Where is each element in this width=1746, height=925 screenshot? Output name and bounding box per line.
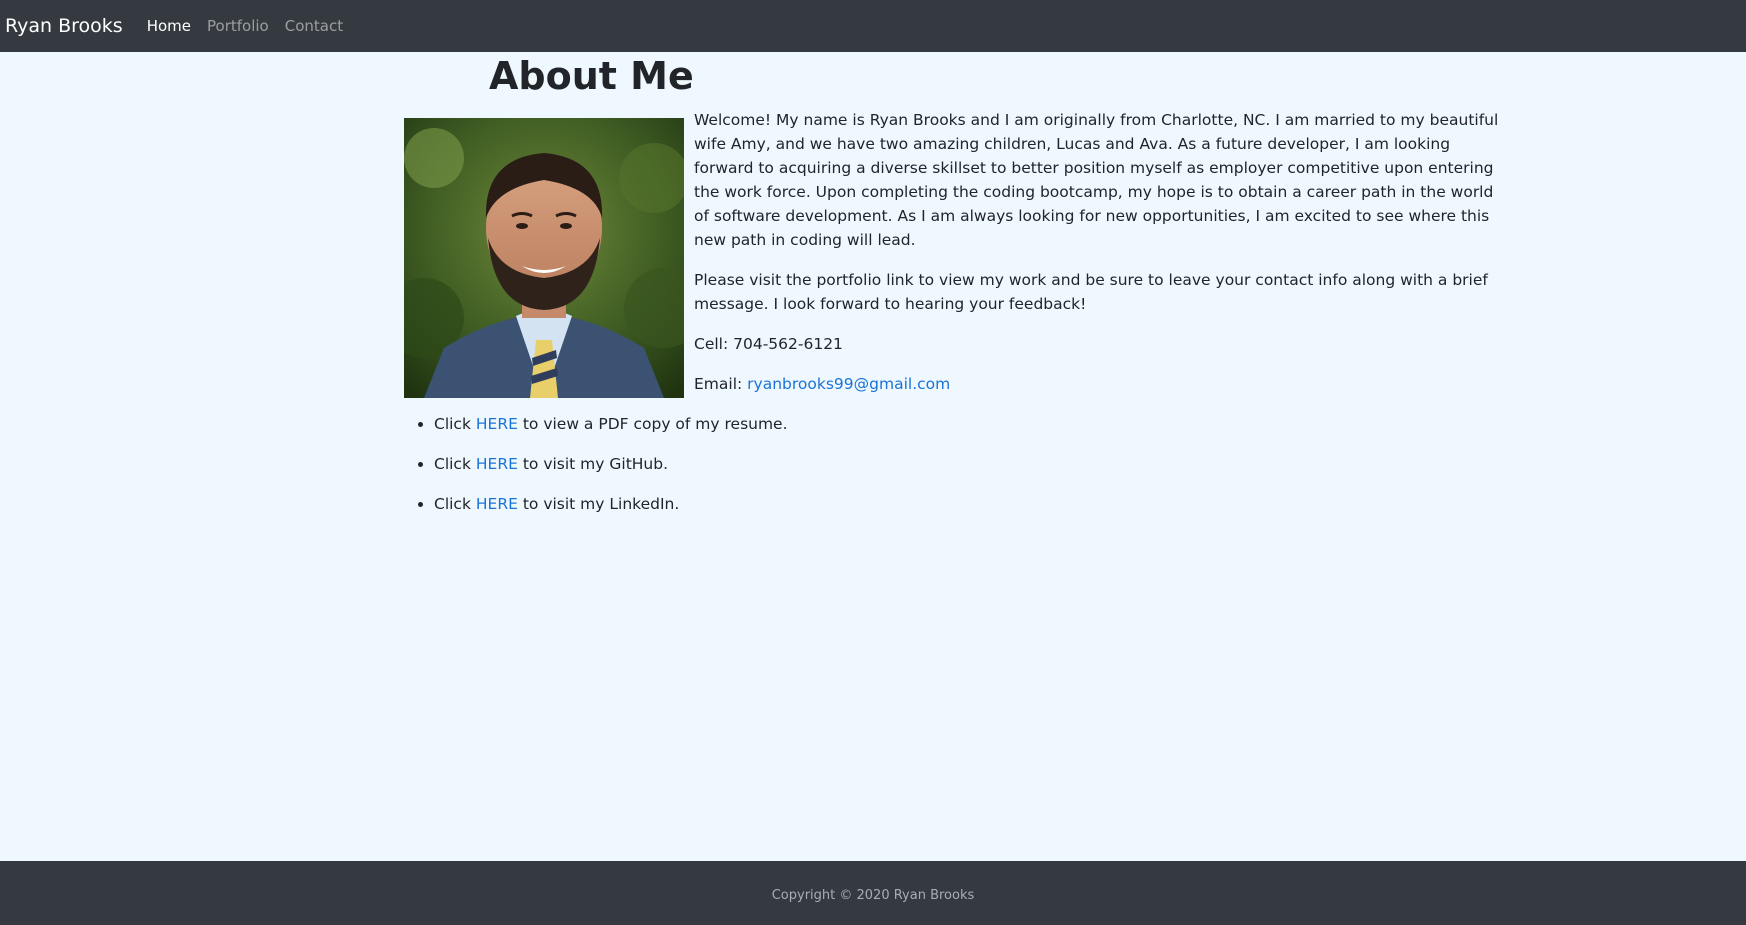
bio-paragraph-portfolio: Please visit the portfolio link to view … <box>694 271 1488 313</box>
copyright-text: Copyright © 2020 Ryan Brooks <box>771 887 975 903</box>
page-title: About Me <box>489 54 694 98</box>
github-link[interactable]: HERE <box>476 455 518 473</box>
list-item-prefix: Click <box>434 415 471 433</box>
list-item-linkedin: Click HERE to visit my LinkedIn. <box>434 492 788 516</box>
email-link[interactable]: ryanbrooks99@gmail.com <box>747 375 950 393</box>
linkedin-link[interactable]: HERE <box>476 495 518 513</box>
footer: Copyright © 2020 Ryan Brooks <box>0 861 1746 925</box>
list-item-suffix: to view a PDF copy of my resume. <box>522 415 788 433</box>
links-list: Click HERE to view a PDF copy of my resu… <box>404 412 788 516</box>
brand-link[interactable]: Ryan Brooks <box>5 15 123 37</box>
bio-paragraph: Welcome! My name is Ryan Brooks and I am… <box>694 111 1499 249</box>
cell-phone: Cell: 704-562-6121 <box>694 335 843 353</box>
list-item-prefix: Click <box>434 495 471 513</box>
profile-photo-image <box>404 118 684 398</box>
list-item-suffix: to visit my LinkedIn. <box>522 495 680 513</box>
list-item-github: Click HERE to visit my GitHub. <box>434 452 788 476</box>
navbar: Ryan Brooks Home Portfolio Contact <box>0 0 1746 52</box>
email-row: Email: ryanbrooks99@gmail.com <box>694 372 1506 396</box>
profile-photo <box>404 118 684 398</box>
nav-home[interactable]: Home <box>147 17 191 35</box>
list-item-suffix: to visit my GitHub. <box>522 455 669 473</box>
list-item-prefix: Click <box>434 455 471 473</box>
nav-portfolio[interactable]: Portfolio <box>207 17 269 35</box>
list-item-resume: Click HERE to view a PDF copy of my resu… <box>434 412 788 436</box>
email-label: Email: <box>694 375 743 393</box>
bio-section: Welcome! My name is Ryan Brooks and I am… <box>694 108 1506 412</box>
nav-contact[interactable]: Contact <box>285 17 343 35</box>
resume-link[interactable]: HERE <box>476 415 518 433</box>
links-section: Click HERE to view a PDF copy of my resu… <box>404 412 788 532</box>
